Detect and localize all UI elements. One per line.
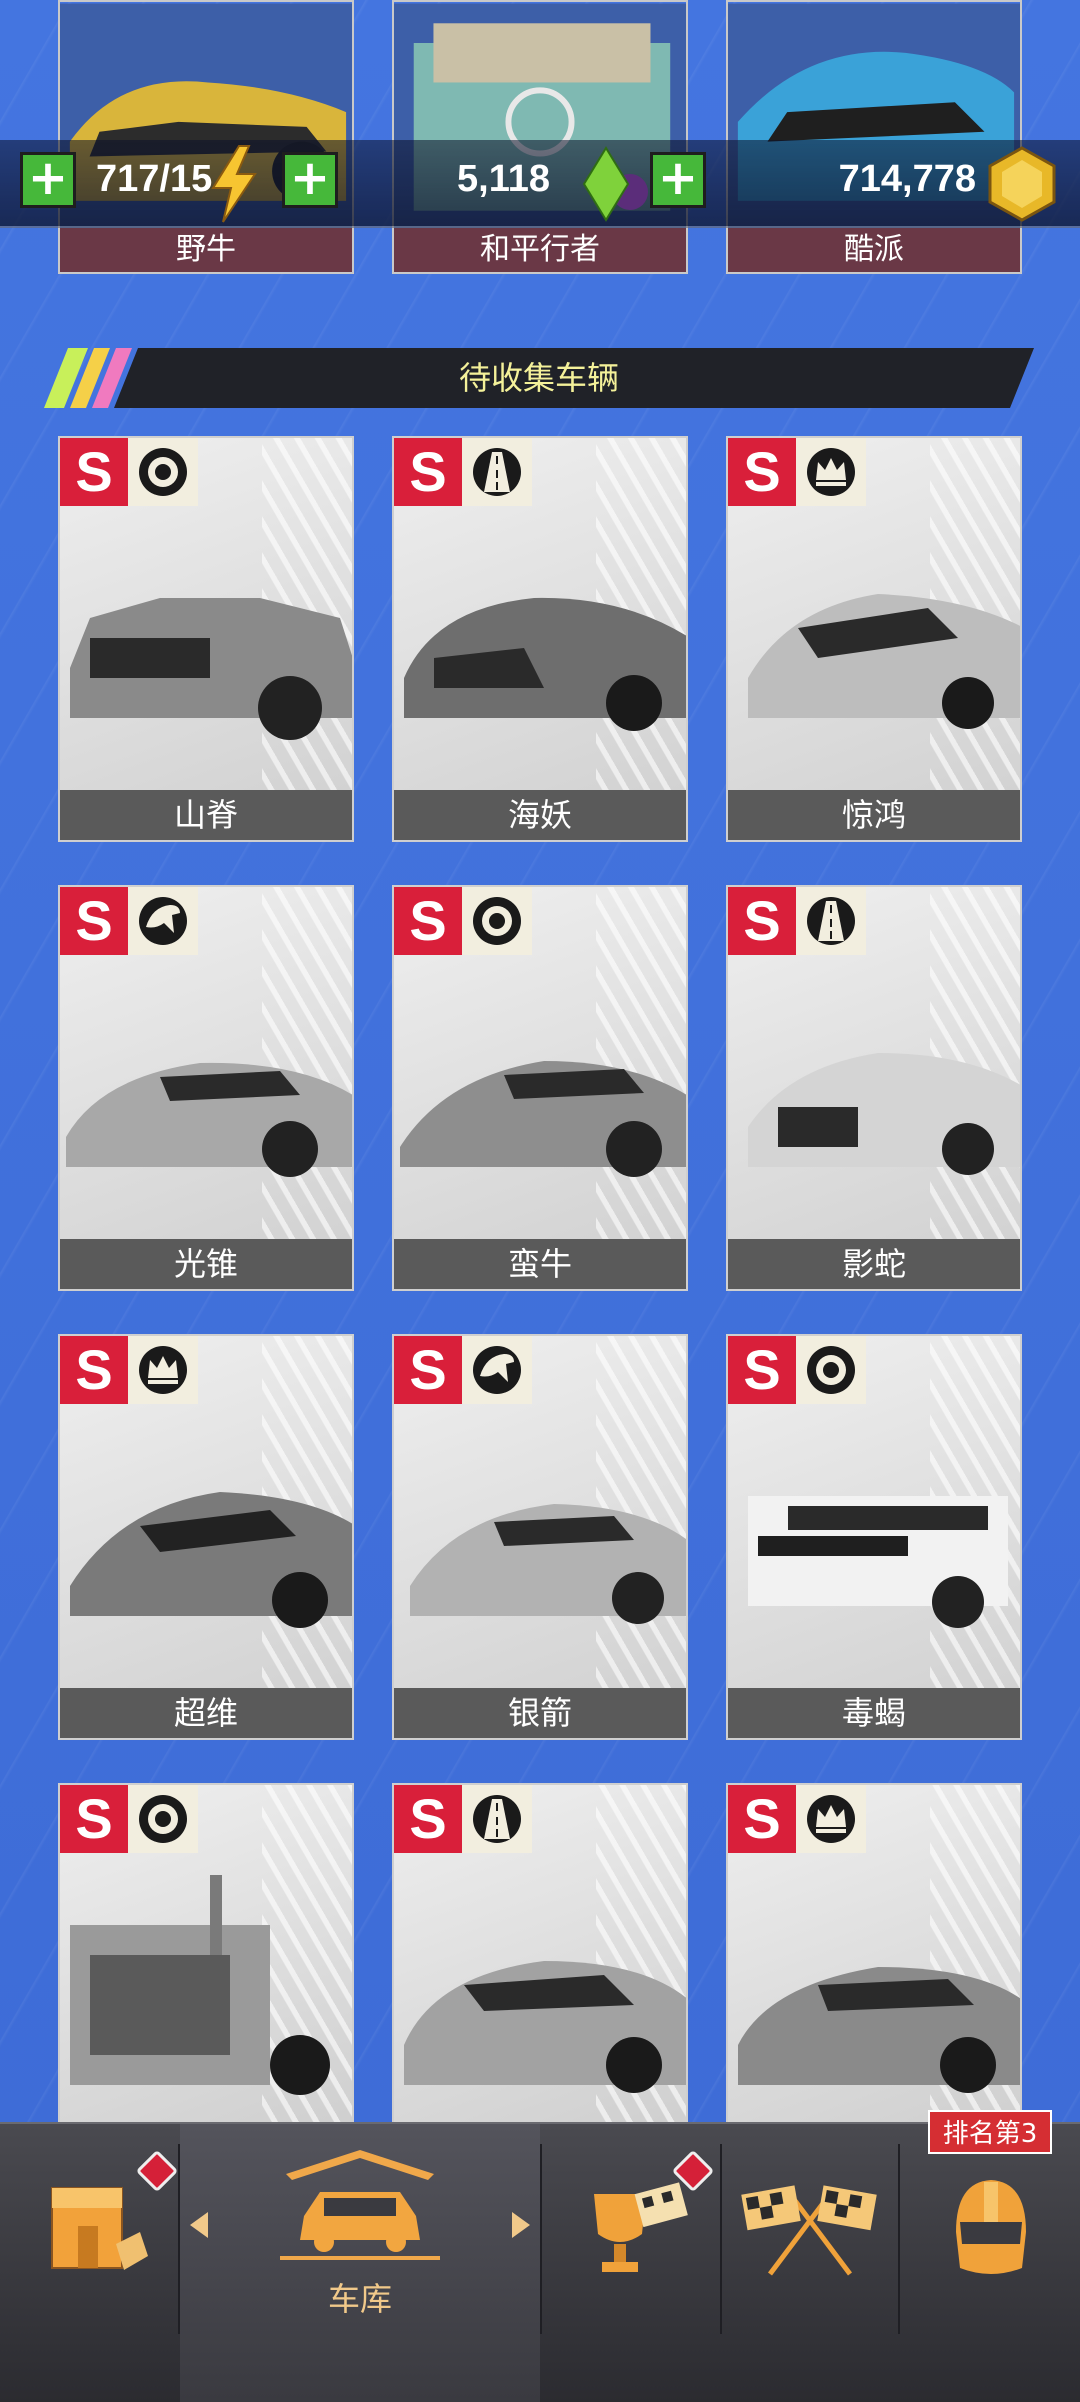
road-icon [796, 887, 866, 955]
currency-bar: + 717/15 + 5,118 + 714,778 [0, 140, 1080, 228]
car-card[interactable]: S [726, 1783, 1022, 2132]
crown-icon [796, 438, 866, 506]
nav-race[interactable] [720, 2124, 898, 2402]
car-image [748, 1053, 1020, 1175]
car-name: 超维 [60, 1688, 352, 1738]
car-name: 惊鸿 [728, 790, 1020, 840]
car-name: 银箭 [394, 1688, 686, 1738]
car-name: 蛮牛 [394, 1239, 686, 1289]
tire-icon [462, 887, 532, 955]
car-card[interactable]: S 山脊 [58, 436, 354, 842]
tire-icon [796, 1336, 866, 1404]
car-image [400, 1061, 686, 1177]
car-image [748, 1496, 1008, 1628]
section-title: 待收集车辆 [458, 359, 619, 397]
garage-label: 车库 [327, 2280, 392, 2318]
nav-shop[interactable] [0, 2124, 179, 2402]
car-name: 光锥 [60, 1239, 352, 1289]
owned-car-name: 和平行者 [394, 228, 686, 272]
car-name: 毒蝎 [728, 1688, 1020, 1738]
road-icon [462, 1785, 532, 1853]
car-card[interactable]: S 银箭 [392, 1334, 688, 1740]
gem-icon [582, 146, 648, 222]
add-energy-button[interactable]: + [20, 152, 76, 208]
car-card[interactable]: S 超维 [58, 1334, 354, 1740]
arrow-left-icon[interactable] [188, 2210, 210, 2240]
rank-badge: S [394, 438, 462, 506]
car-name: 影蛇 [728, 1239, 1020, 1289]
add-gems-button[interactable]: + [282, 152, 338, 208]
lightning-icon [211, 145, 257, 223]
crown-icon [796, 1785, 866, 1853]
coin-icon [988, 146, 1056, 222]
car-card[interactable]: S 海妖 [392, 436, 688, 842]
trophy-icon [594, 2182, 688, 2272]
rank-badge: S [394, 1785, 462, 1853]
rank-badge: S [60, 1785, 128, 1853]
car-card[interactable]: S 惊鸿 [726, 436, 1022, 842]
car-card[interactable]: S 影蛇 [726, 885, 1022, 1291]
car-card[interactable]: S 毒蝎 [726, 1334, 1022, 1740]
owned-car-card[interactable]: 野牛 [58, 0, 354, 274]
car-card[interactable]: S 蛮牛 [392, 885, 688, 1291]
garage-icon [280, 2150, 440, 2260]
shop-icon [51, 2187, 148, 2270]
section-header: 待收集车辆 [44, 348, 1034, 408]
gems-value: 5,118 [457, 158, 550, 200]
rank-tag: 排名第3 [928, 2110, 1052, 2154]
car-name: 山脊 [60, 790, 352, 840]
car-image [748, 594, 1020, 729]
race-flags-icon [741, 2185, 877, 2276]
owned-car-card[interactable]: 酷派 [726, 0, 1022, 274]
rank-badge: S [728, 1785, 796, 1853]
owned-car-name: 酷派 [728, 228, 1020, 272]
nav-trophy[interactable] [540, 2124, 720, 2402]
crown-icon [128, 1336, 198, 1404]
rank-badge: S [60, 887, 128, 955]
helmet-icon [956, 2180, 1026, 2274]
horse-icon [128, 887, 198, 955]
arrow-right-icon[interactable] [510, 2210, 532, 2240]
owned-car-name: 野牛 [60, 228, 352, 272]
energy-value: 717/15 [96, 158, 213, 200]
tire-icon [128, 438, 198, 506]
rank-badge: S [728, 438, 796, 506]
coins-value: 714,778 [838, 158, 976, 200]
rank-badge: S [394, 887, 462, 955]
road-icon [462, 438, 532, 506]
car-image [738, 1967, 1020, 2093]
rank-badge: S [728, 887, 796, 955]
rank-badge: S [60, 438, 128, 506]
car-card[interactable]: S 光锥 [58, 885, 354, 1291]
coins-counter: + 714,778 [648, 140, 1080, 226]
car-card[interactable]: S [392, 1783, 688, 2132]
car-name: 海妖 [394, 790, 686, 840]
car-image [404, 597, 686, 731]
car-image [66, 1062, 352, 1177]
car-image [410, 1504, 686, 1624]
tire-icon [128, 1785, 198, 1853]
rank-badge: S [394, 1336, 462, 1404]
car-image [70, 1492, 352, 1628]
gems-counter: + 5,118 [280, 140, 650, 226]
owned-car-card[interactable]: 和平行者 [392, 0, 688, 274]
rank-badge: S [728, 1336, 796, 1404]
nav-garage[interactable]: 车库 [180, 2124, 540, 2402]
car-image [70, 1875, 330, 2095]
car-card[interactable]: S [58, 1783, 354, 2132]
nav-profile[interactable] [900, 2124, 1080, 2402]
car-image [404, 1961, 686, 2093]
add-coins-button[interactable]: + [650, 152, 706, 208]
bottom-nav: 车库 [0, 2122, 1080, 2402]
car-image [70, 598, 352, 740]
horse-icon [462, 1336, 532, 1404]
rank-badge: S [60, 1336, 128, 1404]
